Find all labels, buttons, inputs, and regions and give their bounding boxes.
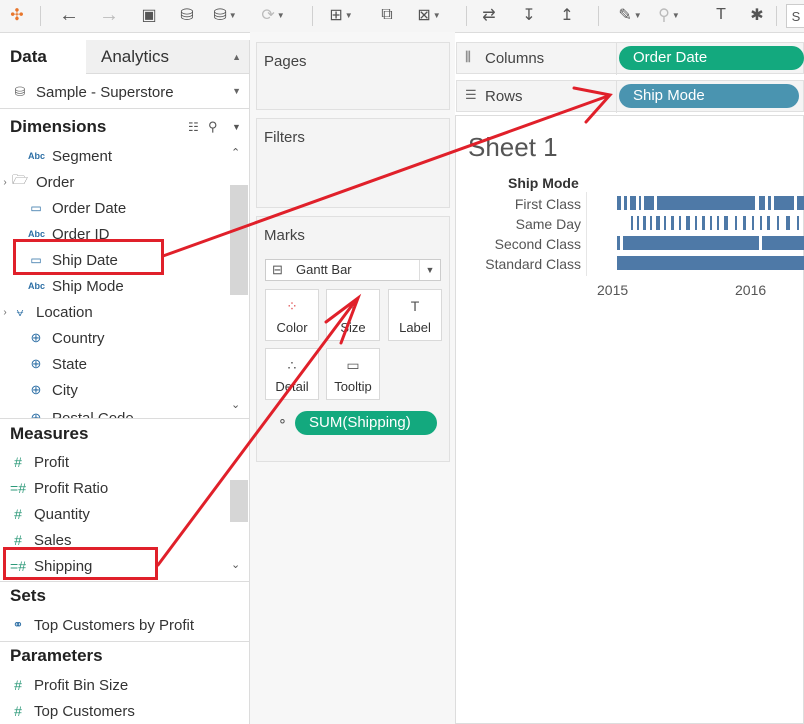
annotation-arrows <box>156 86 613 567</box>
arrow-shipping-to-size <box>156 298 358 567</box>
arrow-shipdate-to-rows <box>161 94 610 258</box>
